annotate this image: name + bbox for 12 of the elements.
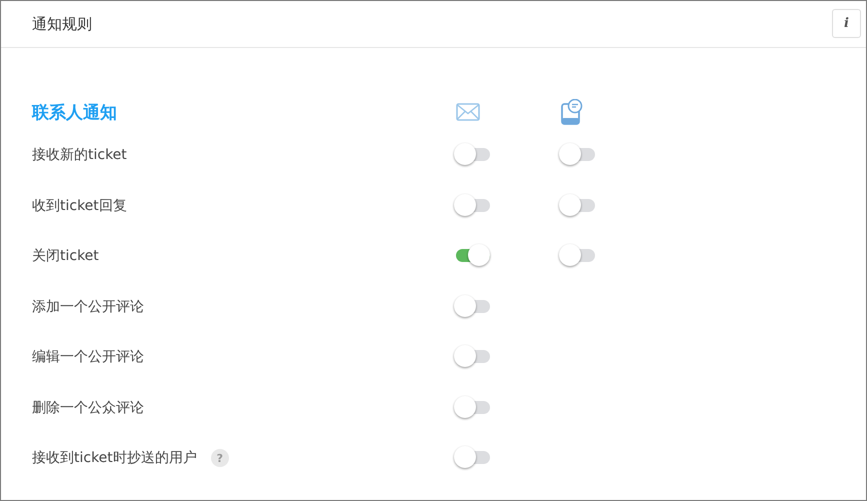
info-button[interactable]: i: [832, 8, 861, 38]
envelope-icon: [456, 103, 480, 121]
phone-message-icon: [561, 99, 583, 125]
setting-label: 添加一个公开评论: [32, 298, 144, 316]
setting-label: 编辑一个公开评论: [32, 348, 144, 366]
setting-label: 关闭ticket: [32, 247, 99, 266]
setting-label: 收到ticket回复: [32, 196, 127, 215]
page-title: 通知规则: [32, 14, 92, 34]
setting-label: 接收新的ticket: [32, 146, 127, 164]
setting-label: 接收到ticket时抄送的用户: [32, 449, 197, 468]
setting-label: 删除一个公众评论: [32, 398, 144, 417]
section-title: 联系人通知: [32, 102, 118, 124]
